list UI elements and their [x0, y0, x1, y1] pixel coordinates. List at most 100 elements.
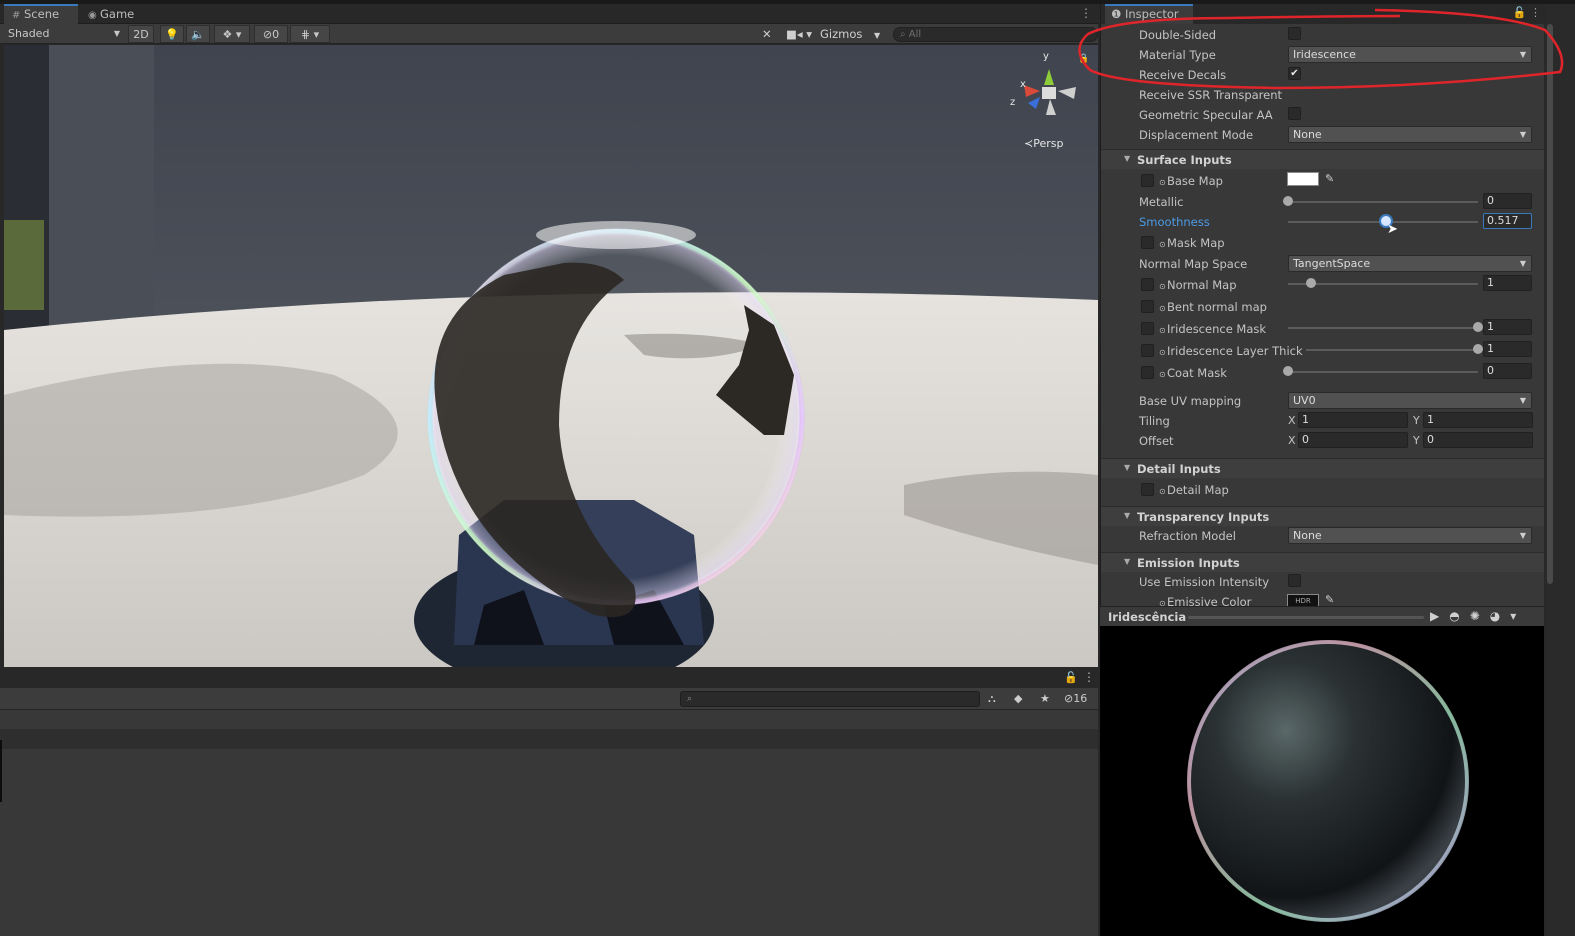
sphere-mesh-icon[interactable]: ◓ [1449, 609, 1469, 623]
geometric-specular-aa-checkbox[interactable] [1288, 107, 1301, 120]
iridescence-thickness-slider-knob[interactable] [1473, 344, 1483, 354]
lock-icon[interactable]: 🔓 [1513, 6, 1527, 19]
lighting-toggle-button[interactable]: 💡 [160, 25, 184, 43]
double-sided-label: Double-Sided [1139, 28, 1217, 42]
iridescence-mask-slider-knob[interactable] [1473, 322, 1483, 332]
project-browser[interactable] [0, 710, 1098, 936]
detail-map-slot[interactable] [1141, 483, 1154, 496]
chevron-left-icon: ≺ [1024, 137, 1034, 150]
light-icon[interactable]: ✺ [1470, 609, 1490, 623]
texture-slot-icon: ⊙ [1159, 282, 1166, 291]
coat-mask-slider-track[interactable] [1288, 371, 1478, 373]
project-search-input[interactable]: ⌕ [680, 691, 980, 707]
kebab-menu-icon[interactable]: ⋮ [1083, 670, 1095, 684]
material-type-dropdown[interactable]: Iridescence ▼ [1288, 46, 1532, 63]
detail-inputs-header[interactable]: ▼ Detail Inputs [1101, 458, 1544, 478]
normal-map-slot[interactable] [1141, 278, 1154, 291]
shape-dropdown-icon[interactable]: ◕▾ [1490, 609, 1527, 623]
play-icon[interactable]: ▶ [1430, 609, 1449, 623]
offset-y-field[interactable]: 0 [1423, 432, 1533, 448]
iridescence-mask-slider-track[interactable] [1288, 327, 1478, 329]
grid-dropdown[interactable]: ⋕ ▾ [290, 25, 330, 43]
normal-scale-slider-knob[interactable] [1305, 278, 1316, 288]
material-preview[interactable] [1100, 626, 1544, 936]
draw-mode-dropdown[interactable]: Shaded ▼ [4, 25, 124, 43]
transparency-inputs-header[interactable]: ▼ Transparency Inputs [1101, 506, 1544, 526]
coat-mask-slider-knob[interactable] [1283, 366, 1293, 376]
favorite-star-icon[interactable]: ★ [1040, 692, 1050, 705]
kebab-menu-icon[interactable]: ⋮ [1080, 6, 1092, 20]
chevron-down-icon: ▼ [113, 29, 120, 38]
iridescence-mask-label: Iridescence Mask [1167, 322, 1267, 336]
iridescence-thickness-slider-track[interactable] [1306, 349, 1478, 351]
coat-mask-slot[interactable] [1141, 366, 1154, 379]
lock-icon[interactable]: 🔓 [1064, 671, 1078, 684]
search-icon: ⌕ [687, 694, 693, 704]
emission-inputs-header[interactable]: ▼ Emission Inputs [1101, 552, 1544, 572]
metallic-slider-knob[interactable] [1283, 196, 1293, 206]
coat-mask-field[interactable]: 0 [1483, 363, 1532, 379]
mask-map-slot[interactable] [1141, 236, 1154, 249]
eyedropper-icon[interactable]: ✎ [1325, 593, 1334, 606]
lightbulb-icon: 💡 [165, 28, 179, 41]
perspective-label: Persp [1033, 137, 1064, 150]
eyedropper-icon[interactable]: ✎ [1325, 172, 1334, 185]
base-color-swatch[interactable] [1287, 172, 1319, 186]
orientation-gizmo[interactable]: y x z ≺Persp [1006, 51, 1086, 150]
scrollbar-thumb[interactable] [1547, 24, 1553, 584]
base-map-slot[interactable] [1141, 174, 1154, 187]
tab-scene[interactable]: # Scene [4, 4, 78, 24]
lock-icon[interactable]: 🔒 [1078, 54, 1089, 64]
camera-dropdown[interactable]: ■◂ ▾ [786, 25, 812, 43]
normal-map-space-dropdown[interactable]: TangentSpace ▼ [1288, 255, 1532, 272]
effects-dropdown[interactable]: ❖ ▾ [214, 25, 250, 43]
base-uv-mapping-dropdown[interactable]: UV0 ▼ [1288, 392, 1532, 409]
kebab-menu-icon[interactable]: ⋮ [1530, 6, 1541, 19]
use-emission-intensity-checkbox[interactable] [1288, 574, 1301, 587]
smoothness-field[interactable]: 0.517 [1483, 213, 1532, 229]
audio-toggle-button[interactable]: 🔈 [186, 25, 210, 43]
displacement-mode-dropdown[interactable]: None ▼ [1288, 126, 1532, 143]
filter-type-icon[interactable]: ⛬ [988, 692, 996, 706]
inspector-scrollbar[interactable] [1545, 4, 1575, 936]
iridescence-thickness-slot[interactable] [1141, 344, 1154, 357]
base-map-label-wrap: ⊙Base Map [1159, 174, 1223, 188]
preview-resize-handle[interactable] [1188, 616, 1424, 619]
iridescence-mask-field[interactable]: 1 [1483, 319, 1532, 335]
receive-decals-label: Receive Decals [1139, 68, 1227, 82]
offset-x-field[interactable]: 0 [1298, 432, 1408, 448]
normal-scale-slider-track[interactable] [1288, 283, 1478, 285]
toggle-2d-button[interactable]: 2D [128, 25, 154, 43]
perspective-toggle[interactable]: ≺Persp [1024, 137, 1063, 150]
receive-decals-checkbox[interactable]: ✔ [1288, 67, 1301, 80]
texture-slot-icon: ⊙ [1159, 599, 1166, 606]
double-sided-checkbox[interactable] [1288, 27, 1301, 40]
tools-icon[interactable]: ✕ [762, 25, 772, 43]
refraction-model-dropdown[interactable]: None ▼ [1288, 527, 1532, 544]
tag-icon[interactable]: ◆ [1014, 692, 1022, 705]
inspector-panel: ❶ Inspector 🔓 ⋮ Double-Sided Material Ty… [1100, 4, 1544, 606]
scene-render [4, 45, 1098, 667]
scene-viewport[interactable]: y x z ≺Persp 🔒 [4, 45, 1098, 667]
effects-icon: ❖ ▾ [222, 28, 242, 41]
hidden-objects-toggle[interactable]: ⊘0 [254, 25, 288, 43]
offset-x-value: 0 [1302, 433, 1309, 446]
chevron-down-icon: ▼ [1519, 396, 1526, 405]
metallic-slider-track[interactable] [1288, 201, 1478, 203]
iridescence-thickness-field[interactable]: 1 [1483, 341, 1532, 357]
tab-game[interactable]: ◉ Game [80, 4, 150, 24]
metallic-field[interactable]: 0 [1483, 193, 1532, 209]
gizmos-dropdown[interactable]: Gizmos ▼ [820, 25, 880, 43]
bent-normal-map-slot[interactable] [1141, 300, 1154, 313]
iridescence-thickness-label: Iridescence Layer Thick [1167, 344, 1303, 358]
tiling-x-field[interactable]: 1 [1298, 412, 1408, 428]
hidden-packages-toggle[interactable]: ⊘16 [1064, 692, 1087, 705]
emissive-color-swatch[interactable]: HDR [1287, 594, 1319, 606]
tiling-y-field[interactable]: 1 [1423, 412, 1533, 428]
texture-slot-icon: ⊙ [1159, 178, 1166, 187]
normal-scale-field[interactable]: 1 [1483, 275, 1532, 291]
scene-search-input[interactable]: ⌕ All [893, 27, 1098, 42]
surface-inputs-header[interactable]: ▼ Surface Inputs [1101, 149, 1544, 169]
iridescence-mask-slot[interactable] [1141, 322, 1154, 335]
tab-inspector[interactable]: ❶ Inspector [1105, 4, 1193, 24]
